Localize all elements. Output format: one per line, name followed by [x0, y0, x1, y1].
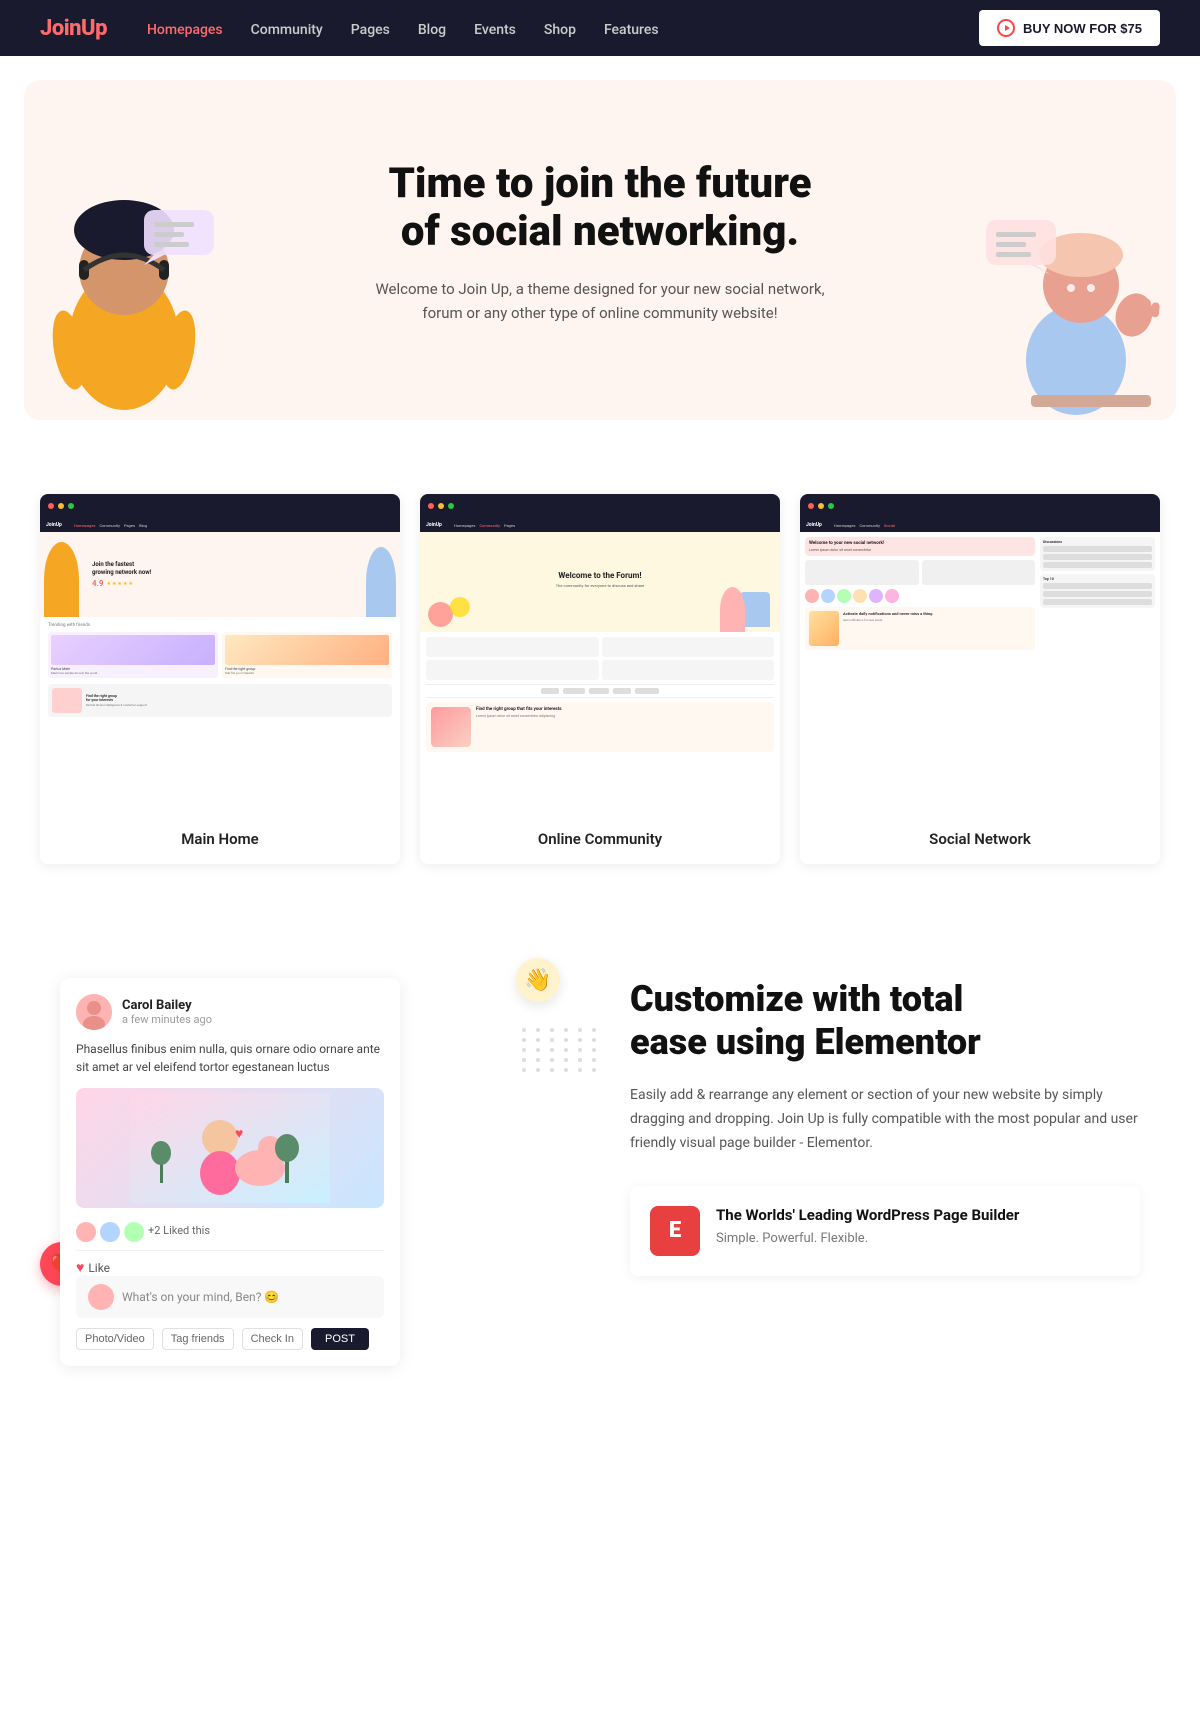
logo[interactable]: JoinUp [40, 16, 107, 41]
customize-section: 👋 ❤️ Carol Bailey a few minutes ago Phas… [0, 918, 1200, 1426]
what-on-mind: What's on your mind, Ben? 😊 [76, 1276, 384, 1318]
mini-avatar-2 [100, 1222, 120, 1242]
preview-label-2: Online Community [420, 814, 780, 864]
preview-label-3: Social Network [800, 814, 1160, 864]
previews-section: JoinUp Homepages Community Pages Blog [0, 444, 1200, 918]
photo-video-btn[interactable]: Photo/Video [76, 1328, 154, 1350]
nav-item-blog[interactable]: Blog [418, 19, 446, 38]
post-timestamp: a few minutes ago [122, 1013, 212, 1026]
mock-browser-bar-3 [800, 494, 1160, 518]
social-post-card: Carol Bailey a few minutes ago Phasellus… [60, 978, 400, 1366]
mock-dot-red [48, 503, 54, 509]
hero-section: Time to join the future of social networ… [24, 80, 1176, 420]
wave-badge: 👋 [516, 958, 560, 1002]
preview-screenshot-3: JoinUp Homepages Community Social [800, 494, 1160, 814]
post-header: Carol Bailey a few minutes ago [76, 994, 384, 1030]
buy-button[interactable]: BUY NOW FOR $75 [979, 10, 1160, 46]
post-actions-bar: Photo/Video Tag friends Check In POST [76, 1328, 384, 1350]
checkin-btn[interactable]: Check In [242, 1328, 303, 1350]
preview-screenshot-1: JoinUp Homepages Community Pages Blog [40, 494, 400, 814]
post-avatar [76, 994, 112, 1030]
post-image: ♥ [76, 1088, 384, 1208]
logo-accent: Up [81, 16, 107, 41]
nav-item-pages[interactable]: Pages [351, 19, 390, 38]
mock-browser-bar-1 [40, 494, 400, 518]
post-username: Carol Bailey [122, 998, 212, 1013]
mock-browser-1: JoinUp Homepages Community Pages Blog [40, 494, 400, 814]
post-submit-btn[interactable]: POST [311, 1328, 369, 1350]
svg-text:♥: ♥ [235, 1126, 243, 1142]
elementor-title: The Worlds' Leading WordPress Page Build… [716, 1206, 1019, 1224]
mock-browser-3: JoinUp Homepages Community Social [800, 494, 1160, 814]
post-footer: ♥ Like [76, 1250, 384, 1276]
nav-item-events[interactable]: Events [474, 19, 516, 38]
nav-item-features[interactable]: Features [604, 19, 659, 38]
heart-icon: ♥ [76, 1259, 84, 1276]
preview-screenshot-2: JoinUp Homepages Community Pages Welcome… [420, 494, 780, 814]
nav-item-homepages[interactable]: Homepages [147, 19, 223, 38]
customize-heading: Customize with total ease using Elemento… [630, 978, 1140, 1064]
previews-grid: JoinUp Homepages Community Pages Blog [40, 494, 1160, 864]
hero-content: Time to join the future of social networ… [360, 140, 840, 325]
mock-dot-yellow-2 [438, 503, 444, 509]
mock-dot-green-2 [448, 503, 454, 509]
customize-heading-line2: ease using Elementor [630, 1021, 981, 1063]
nav-item-shop[interactable]: Shop [544, 19, 576, 38]
hero-heading-line1: Time to join the future [388, 159, 811, 208]
hero-right-illustration [976, 140, 1176, 420]
hero-subtext: Welcome to Join Up, a theme designed for… [360, 277, 840, 325]
mini-avatar-3 [124, 1222, 144, 1242]
mock-dot-green-3 [828, 503, 834, 509]
elementor-badge: E The Worlds' Leading WordPress Page Bui… [630, 1186, 1140, 1276]
play-icon [997, 19, 1015, 37]
customize-heading-line1: Customize with total [630, 978, 963, 1020]
preview-online-community[interactable]: JoinUp Homepages Community Pages Welcome… [420, 494, 780, 864]
mock-browser-2: JoinUp Homepages Community Pages Welcome… [420, 494, 780, 814]
like-label: Like [88, 1261, 110, 1275]
post-text: Phasellus finibus enim nulla, quis ornar… [76, 1040, 384, 1076]
mock-dot-green [68, 503, 74, 509]
mock-dot-yellow-3 [818, 503, 824, 509]
preview-label-1: Main Home [40, 814, 400, 864]
logo-text: Join [40, 16, 81, 41]
mock-content-3: JoinUp Homepages Community Social [800, 518, 1160, 814]
small-post-avatar [88, 1284, 114, 1310]
mini-avatars [76, 1222, 144, 1242]
customize-visual: 👋 ❤️ Carol Bailey a few minutes ago Phas… [60, 978, 570, 1366]
customize-text: Customize with total ease using Elemento… [630, 978, 1140, 1276]
hero-heading: Time to join the future of social networ… [360, 160, 840, 257]
elementor-info: The Worlds' Leading WordPress Page Build… [716, 1206, 1019, 1250]
main-nav: Homepages Community Pages Blog Events Sh… [147, 19, 979, 38]
mock-content-2: JoinUp Homepages Community Pages Welcome… [420, 518, 780, 814]
elementor-subtitle: Simple. Powerful. Flexible. [716, 1228, 1019, 1250]
mock-content-1: JoinUp Homepages Community Pages Blog [40, 518, 400, 814]
hero-left-illustration [24, 140, 224, 420]
hero-heading-line2: of social networking. [401, 207, 799, 256]
buy-button-label: BUY NOW FOR $75 [1023, 21, 1142, 36]
preview-main-home[interactable]: JoinUp Homepages Community Pages Blog [40, 494, 400, 864]
elementor-icon: E [650, 1206, 700, 1256]
like-count: +2 Liked this [148, 1224, 210, 1237]
nav-item-community[interactable]: Community [251, 19, 323, 38]
mock-browser-bar-2 [420, 494, 780, 518]
customize-description: Easily add & rearrange any element or se… [630, 1084, 1140, 1155]
navbar: JoinUp Homepages Community Pages Blog Ev… [0, 0, 1200, 56]
tag-friends-btn[interactable]: Tag friends [162, 1328, 234, 1350]
mock-dot-red-3 [808, 503, 814, 509]
preview-social-network[interactable]: JoinUp Homepages Community Social [800, 494, 1160, 864]
mini-avatar-1 [76, 1222, 96, 1242]
mock-dot-red-2 [428, 503, 434, 509]
post-like-btn[interactable]: ♥ Like [76, 1259, 110, 1276]
post-reactions: +2 Liked this [76, 1218, 384, 1242]
elementor-icon-letter: E [669, 1218, 681, 1243]
mock-dot-yellow [58, 503, 64, 509]
dot-grid [522, 1028, 600, 1072]
what-on-mind-text: What's on your mind, Ben? 😊 [122, 1290, 279, 1304]
post-user-info: Carol Bailey a few minutes ago [122, 998, 212, 1026]
